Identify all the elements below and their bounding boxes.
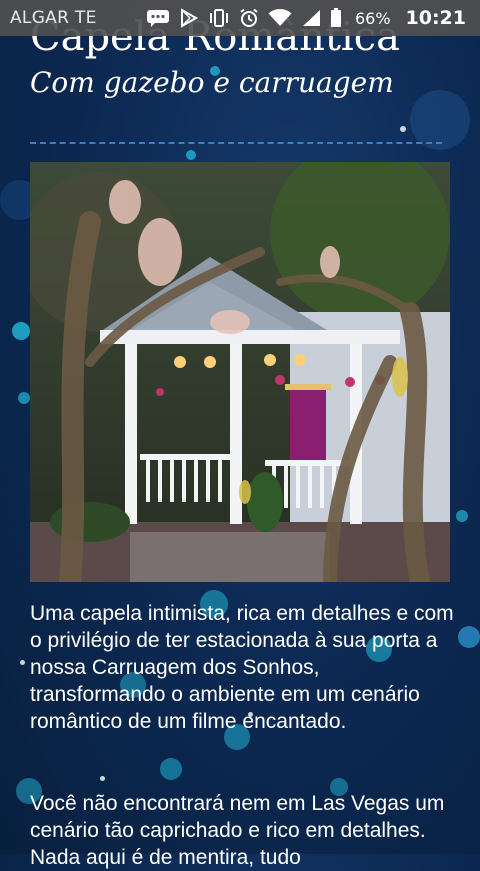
carrier-name: ALGAR TE <box>10 8 97 28</box>
page-subtitle: Com gazebo e carruagem <box>30 66 394 99</box>
description-paragraph-1: Uma capela intimista, rica em detalhes e… <box>30 602 454 733</box>
chapel-photo <box>30 162 450 582</box>
battery-percent: 66% <box>355 8 391 28</box>
section-divider <box>30 142 442 144</box>
vibrate-icon <box>208 8 230 28</box>
battery-icon <box>330 8 342 28</box>
status-bar: ALGAR TE 66% 10:21 <box>0 0 480 36</box>
play-store-icon <box>179 8 199 28</box>
wifi-icon <box>268 9 292 27</box>
chat-notification-icon <box>146 9 170 27</box>
alarm-icon <box>239 8 259 28</box>
status-icons: 66% <box>146 0 391 36</box>
signal-icon <box>301 9 321 27</box>
gazebo-illustration <box>30 162 450 582</box>
description-paragraph-2: Você não encontrará nem em Las Vegas um … <box>30 792 445 869</box>
clock: 10:21 <box>405 7 466 29</box>
